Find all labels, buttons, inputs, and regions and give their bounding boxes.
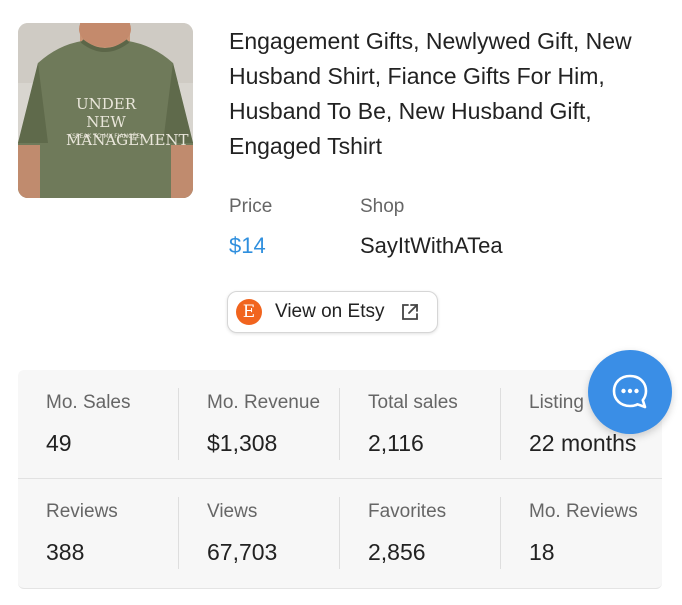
stat-value: 22 months	[529, 430, 637, 456]
stats-grid: Mo. Sales 49 Mo. Revenue $1,308 Total sa…	[18, 370, 662, 589]
shop-label: Shop	[360, 196, 405, 217]
stat-views: Views 67,703	[179, 479, 340, 587]
view-on-etsy-label: View on Etsy	[275, 301, 385, 322]
shirt-print-sub: (SPEAK TO MY FIANCÉE)	[69, 133, 143, 140]
stat-label: Total sales	[368, 392, 458, 413]
stat-mo-reviews: Mo. Reviews 18	[501, 479, 662, 587]
price-label: Price	[229, 196, 273, 217]
stat-mo-sales: Mo. Sales 49	[18, 370, 179, 478]
chat-button[interactable]	[588, 350, 672, 434]
stat-label: Mo. Reviews	[529, 501, 638, 522]
stat-favorites: Favorites 2,856	[340, 479, 501, 587]
stat-label: Views	[207, 501, 258, 522]
stat-value: 388	[46, 539, 85, 565]
view-on-etsy-button[interactable]: E View on Etsy	[227, 291, 438, 333]
chat-bubble-icon	[612, 374, 648, 409]
stat-value: 18	[529, 539, 555, 565]
stat-reviews: Reviews 388	[18, 479, 179, 587]
stat-value: 2,856	[368, 539, 426, 565]
price-value: $14	[229, 233, 266, 258]
stat-value: 49	[46, 430, 72, 456]
stat-total-sales: Total sales 2,116	[340, 370, 501, 478]
stat-label: Favorites	[368, 501, 447, 522]
product-image[interactable]: UNDER NEW MANAGEMENT (SPEAK TO MY FIANCÉ…	[18, 23, 193, 198]
stat-value: 2,116	[368, 430, 424, 456]
stat-value: $1,308	[207, 430, 278, 456]
stat-value: 67,703	[207, 539, 278, 565]
stat-label: Listing	[529, 392, 584, 413]
shop-name[interactable]: SayItWithATea	[360, 233, 503, 259]
shirt-print-main: UNDER NEW MANAGEMENT	[66, 95, 189, 149]
product-title: Engagement Gifts, Newlywed Gift, New Hus…	[229, 28, 632, 159]
stat-mo-revenue: Mo. Revenue $1,308	[179, 370, 340, 478]
etsy-logo-icon: E	[236, 299, 262, 325]
stat-label: Mo. Sales	[46, 392, 131, 413]
external-link-icon	[400, 302, 420, 322]
stat-label: Mo. Revenue	[207, 392, 321, 413]
stat-label: Reviews	[46, 501, 118, 522]
